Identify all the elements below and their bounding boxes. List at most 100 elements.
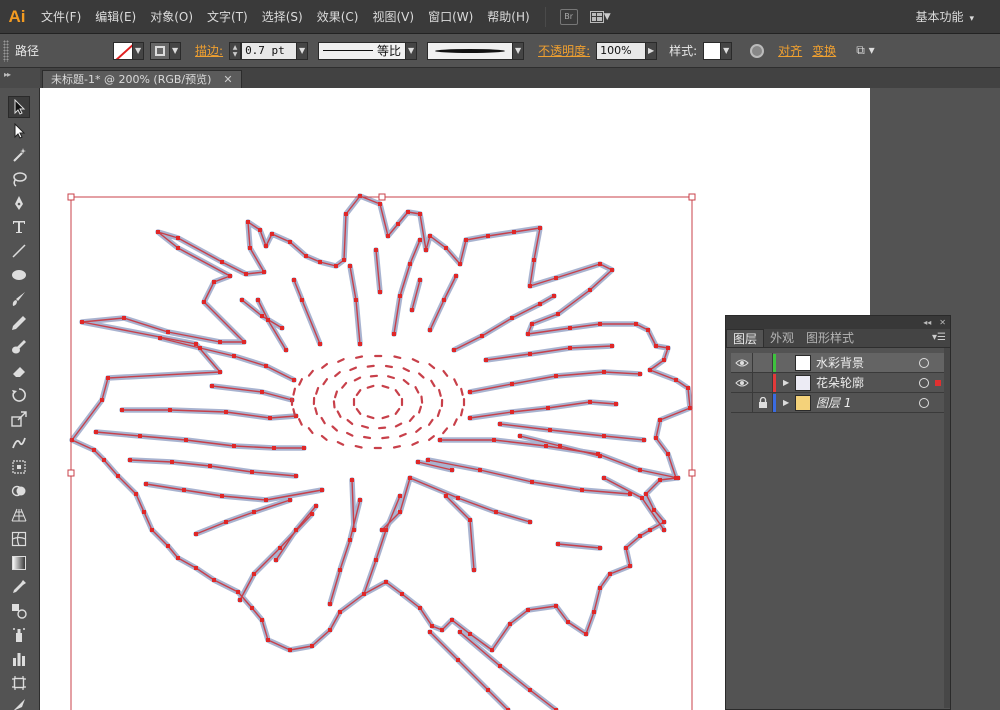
anchor-point[interactable]: [584, 632, 588, 636]
bbox-handle[interactable]: [67, 469, 75, 477]
anchor-point[interactable]: [176, 556, 180, 560]
workspace-switcher[interactable]: 基本功能 ▾: [915, 0, 974, 34]
center-stroke[interactable]: [353, 376, 362, 382]
center-stroke[interactable]: [402, 379, 410, 385]
anchor-point[interactable]: [566, 620, 570, 624]
center-stroke[interactable]: [320, 434, 328, 441]
layer-row[interactable]: ▶ 图层 1: [731, 392, 947, 413]
center-stroke[interactable]: [428, 418, 434, 426]
stroke-weight-stepper[interactable]: ▲ ▼: [229, 41, 242, 60]
center-stroke[interactable]: [346, 419, 354, 425]
anchor-point[interactable]: [392, 332, 396, 336]
anchor-point[interactable]: [588, 288, 592, 292]
gradient-tool-icon[interactable]: [8, 552, 30, 574]
center-stroke[interactable]: [378, 426, 387, 430]
center-stroke[interactable]: [315, 386, 320, 395]
center-stroke[interactable]: [366, 415, 375, 420]
anchor-point[interactable]: [410, 308, 414, 312]
anchor-point[interactable]: [260, 618, 264, 622]
anchor-point[interactable]: [418, 238, 422, 242]
anchor-point[interactable]: [288, 648, 292, 652]
column-graph-tool-icon[interactable]: [8, 648, 30, 670]
anchor-point[interactable]: [264, 244, 268, 248]
anchor-point[interactable]: [212, 280, 216, 284]
anchor-point[interactable]: [246, 220, 250, 224]
center-stroke[interactable]: [415, 426, 422, 433]
anchor-point[interactable]: [194, 342, 198, 346]
anchor-point[interactable]: [418, 278, 422, 282]
expand-arrow-icon[interactable]: ▶: [783, 378, 793, 387]
anchor-point[interactable]: [526, 332, 530, 336]
anchor-point[interactable]: [592, 610, 596, 614]
anchor-point[interactable]: [654, 436, 658, 440]
anchor-point[interactable]: [362, 592, 366, 596]
anchor-point[interactable]: [342, 258, 346, 262]
chevron-down-icon[interactable]: ▼: [170, 41, 182, 60]
anchor-point[interactable]: [158, 336, 162, 340]
anchor-point[interactable]: [608, 572, 612, 576]
anchor-point[interactable]: [554, 604, 558, 608]
transform-panel-link[interactable]: 变换: [812, 42, 836, 59]
anchor-point[interactable]: [648, 528, 652, 532]
anchor-point[interactable]: [624, 546, 628, 550]
anchor-point[interactable]: [220, 260, 224, 264]
flower-center-strokes[interactable]: [290, 354, 466, 450]
center-stroke[interactable]: [354, 445, 363, 449]
anchor-point[interactable]: [242, 340, 246, 344]
selection-indicator[interactable]: [935, 379, 941, 386]
anchor-point[interactable]: [628, 564, 632, 568]
anchor-point[interactable]: [416, 460, 420, 464]
anchor-point[interactable]: [598, 322, 602, 326]
chevron-down-icon[interactable]: ▼: [513, 41, 525, 60]
layer-row[interactable]: ▶ 花朵轮廓: [731, 372, 947, 393]
center-stroke[interactable]: [381, 436, 390, 440]
blend-tool-icon[interactable]: [8, 600, 30, 622]
anchor-point[interactable]: [266, 318, 270, 322]
anchor-point[interactable]: [598, 262, 602, 266]
anchor-point[interactable]: [568, 346, 572, 350]
anchor-point[interactable]: [458, 630, 462, 634]
anchor-point[interactable]: [318, 342, 322, 346]
anchor-point[interactable]: [272, 446, 276, 450]
anchor-point[interactable]: [194, 566, 198, 570]
anchor-point[interactable]: [116, 474, 120, 478]
anchor-point[interactable]: [674, 378, 678, 382]
anchor-point[interactable]: [464, 238, 468, 242]
anchor-point[interactable]: [184, 438, 188, 442]
menu-file[interactable]: 文件(F): [34, 0, 88, 34]
anchor-point[interactable]: [354, 298, 358, 302]
center-stroke[interactable]: [428, 435, 435, 441]
free-transform-tool-icon[interactable]: [8, 456, 30, 478]
eyedropper-tool-icon[interactable]: [8, 576, 30, 598]
center-stroke[interactable]: [402, 367, 410, 373]
document-tab[interactable]: 未标题-1* @ 200% (RGB/预览) ✕: [42, 70, 242, 88]
lock-toggle[interactable]: [753, 392, 773, 413]
anchor-point[interactable]: [546, 406, 550, 410]
anchor-point[interactable]: [122, 316, 126, 320]
anchor-point[interactable]: [398, 494, 402, 498]
chevron-down-icon[interactable]: ▼: [406, 41, 418, 60]
anchor-point[interactable]: [134, 492, 138, 496]
chevron-down-icon[interactable]: ▼: [133, 41, 145, 60]
anchor-point[interactable]: [486, 234, 490, 238]
anchor-point[interactable]: [614, 402, 618, 406]
center-stroke[interactable]: [307, 369, 314, 377]
anchor-point[interactable]: [552, 294, 556, 298]
anchor-point[interactable]: [304, 254, 308, 258]
center-stroke[interactable]: [336, 410, 342, 418]
center-stroke[interactable]: [332, 400, 336, 409]
anchor-point[interactable]: [426, 458, 430, 462]
stroke-color-picker[interactable]: ▼: [150, 41, 182, 60]
anchor-point[interactable]: [428, 234, 432, 238]
recolor-artwork-icon[interactable]: [750, 43, 765, 58]
anchor-point[interactable]: [212, 578, 216, 582]
anchor-point[interactable]: [248, 246, 252, 250]
anchor-point[interactable]: [288, 498, 292, 502]
bbox-handle[interactable]: [378, 193, 386, 201]
anchor-point[interactable]: [638, 372, 642, 376]
anchor-point[interactable]: [418, 606, 422, 610]
center-stroke[interactable]: [298, 378, 303, 386]
toolbox-collapse-icon[interactable]: ▸▸: [0, 68, 40, 88]
bbox-handle[interactable]: [688, 469, 696, 477]
eraser-tool-icon[interactable]: [8, 360, 30, 382]
